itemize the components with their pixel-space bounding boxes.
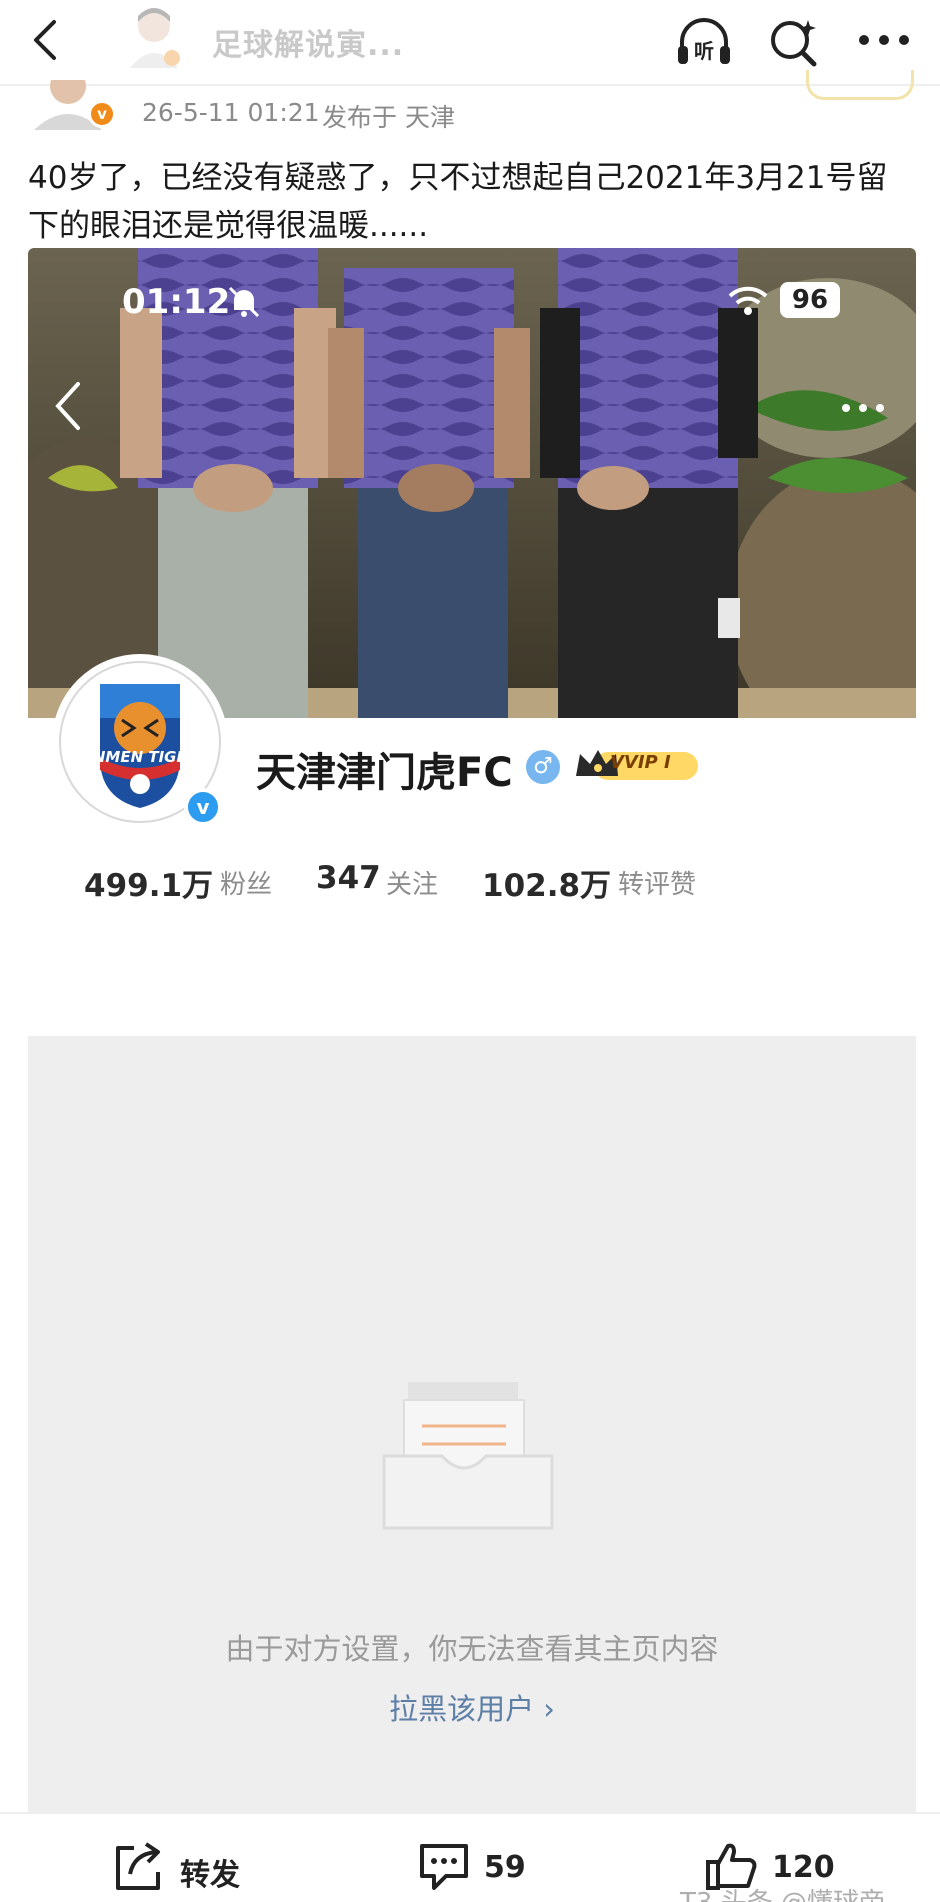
nav-divider [0, 84, 940, 86]
post-action-bar: 转发 59 120 T3 头条 @懂球帝 [0, 1812, 940, 1902]
post-timestamp: 26-5-11 01:21 [142, 98, 320, 127]
comment-icon [416, 1840, 472, 1892]
vvip-badge: VVIP I [574, 746, 702, 784]
comment-count: 59 [484, 1850, 526, 1885]
back-icon[interactable] [26, 18, 66, 62]
embedded-back-icon [50, 380, 86, 432]
search-icon[interactable] [768, 16, 822, 68]
share-icon [112, 1840, 168, 1892]
profile-stats: 499.1万 粉丝 347 关注 102.8万 转评赞 [56, 860, 916, 910]
source-watermark: T3 头条 @懂球帝 [680, 1882, 885, 1902]
wifi-icon [728, 284, 768, 316]
like-count: 120 [772, 1850, 835, 1885]
post-location: 发布于 天津 [322, 103, 455, 132]
followers-count: 499.1万 [84, 868, 214, 904]
nav-author-avatar[interactable] [126, 4, 182, 68]
embedded-status-time: 01:12 [122, 282, 231, 322]
engagement-count: 102.8万 [482, 868, 612, 904]
svg-text:听: 听 [694, 39, 714, 63]
listen-icon[interactable]: 听 [676, 16, 732, 68]
author-verified-badge: v [88, 100, 116, 128]
nav-title: 足球解说寅... [212, 28, 405, 63]
engagement-label: 转评赞 [618, 870, 697, 900]
embedded-more-icon [838, 398, 888, 418]
following-label: 关注 [386, 870, 439, 900]
repost-label: 转发 [180, 1858, 240, 1893]
blocked-content-panel: 由于对方设置，你无法查看其主页内容 拉黑该用户 › [28, 1036, 916, 1812]
following-count: 347 [316, 860, 381, 896]
follow-button[interactable] [806, 70, 914, 100]
club-logo-text: JINMEN TIGER [79, 748, 199, 766]
blocked-message: 由于对方设置，你无法查看其主页内容 [225, 1632, 719, 1666]
top-navigation-bar: 足球解说寅... 听 [0, 0, 940, 84]
block-user-link[interactable]: 拉黑该用户 › [28, 1686, 916, 1728]
followers-label: 粉丝 [220, 870, 273, 900]
verified-badge-icon: v [184, 788, 222, 826]
mute-bell-icon [226, 284, 262, 320]
more-options-icon[interactable] [856, 20, 912, 60]
gender-icon: ♂ [526, 750, 560, 784]
post-image[interactable]: 01:12 96 JINMEN TIGER v 天津津门虎FC ♂ VVIP I… [28, 248, 916, 980]
profile-cover-photo: 01:12 96 [28, 248, 916, 718]
empty-inbox-icon [382, 1382, 562, 1532]
post-body-text: 40岁了，已经没有疑惑了，只不过想起自己2021年3月21号留下的眼泪还是觉得很… [28, 160, 888, 244]
vvip-label: VVIP I [610, 752, 671, 773]
battery-level: 96 [780, 282, 840, 318]
profile-name: 天津津门虎FC [256, 750, 513, 796]
